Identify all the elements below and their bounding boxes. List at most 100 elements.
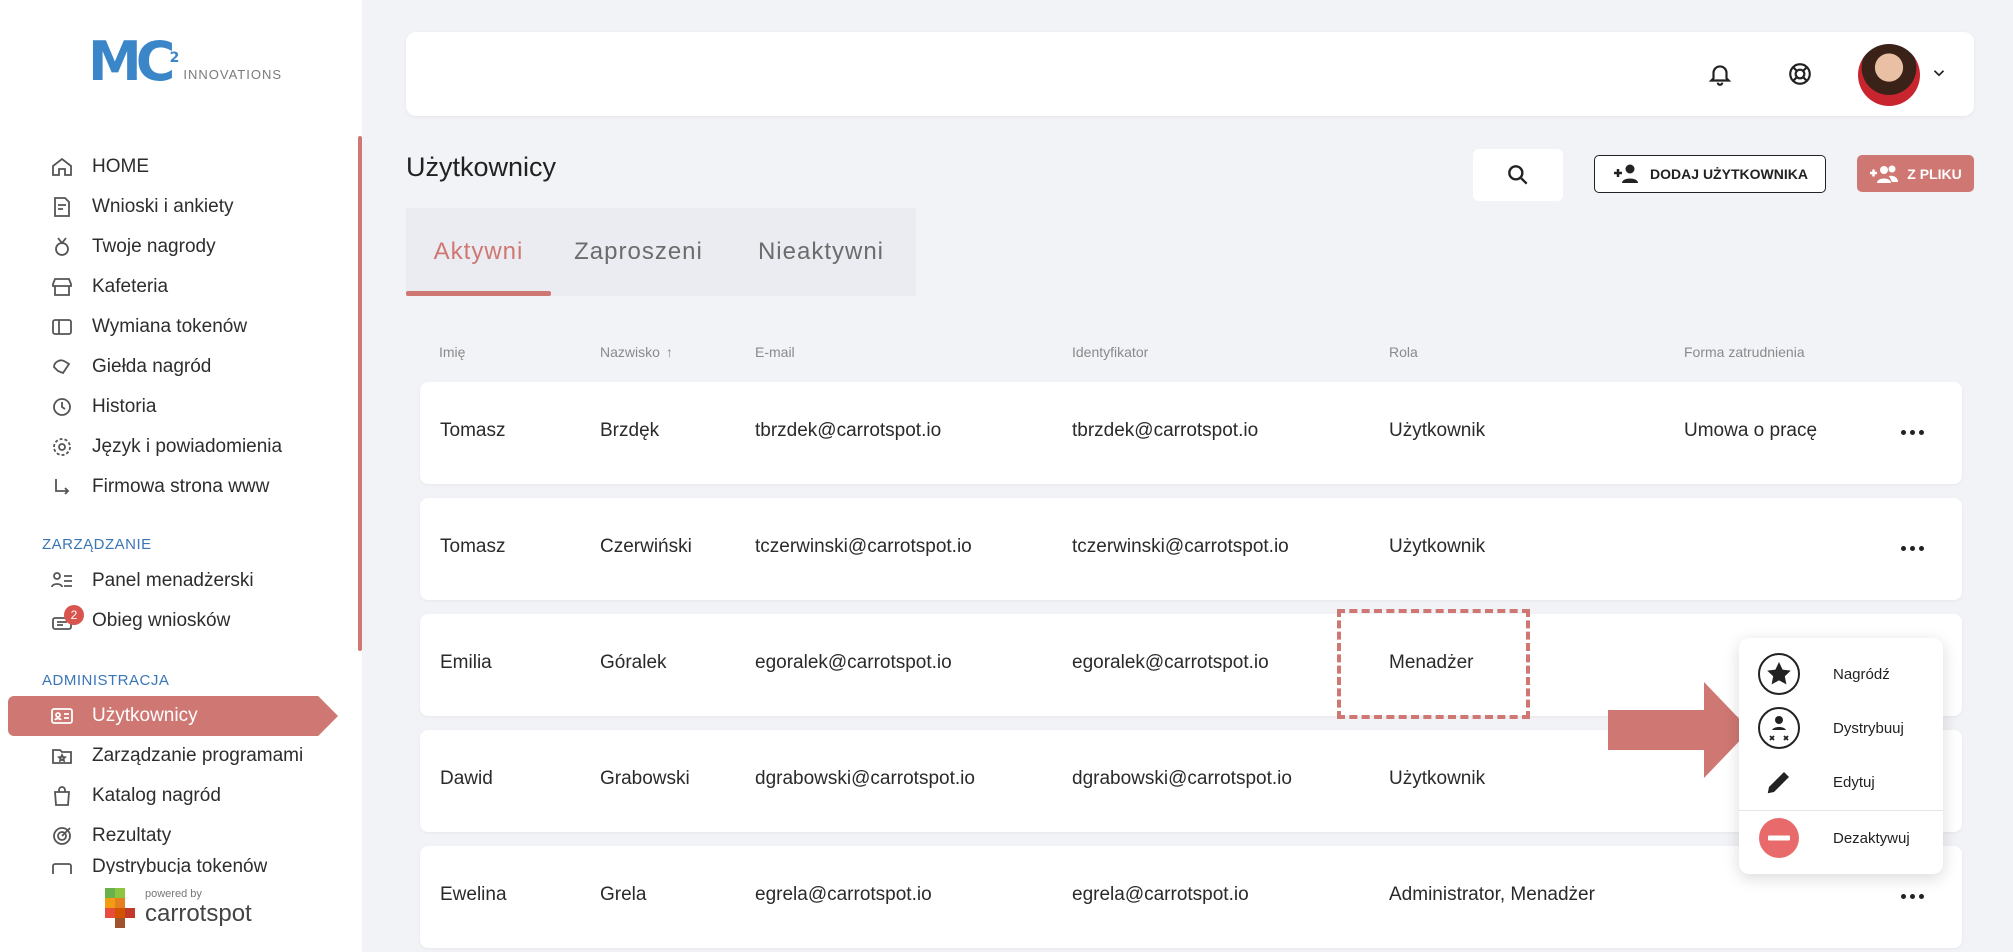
token-icon — [48, 856, 76, 874]
more-actions-icon[interactable] — [1896, 534, 1928, 562]
tab-active[interactable]: Aktywni — [406, 208, 551, 296]
program-icon — [48, 742, 76, 770]
sidebar-item-users[interactable]: Użytkownicy — [48, 696, 198, 736]
sidebar-item-label: Giełda nagród — [92, 356, 212, 377]
cell-role: Użytkownik — [1389, 536, 1486, 557]
sort-ascending-icon: ↑ — [665, 344, 673, 360]
cell-email: tbrzdek@carrotspot.io — [755, 420, 942, 441]
sidebar-item-company-site[interactable]: Firmowa strona www — [48, 467, 269, 507]
id-card-icon — [48, 702, 76, 730]
powered-by-text: powered by carrotspot — [145, 888, 252, 927]
tab-inactive[interactable]: Nieaktywni — [726, 208, 916, 296]
menu-item-label: Dezaktywuj — [1833, 829, 1910, 847]
column-header-first-name[interactable]: Imię — [439, 344, 465, 360]
user-avatar[interactable] — [1858, 44, 1920, 106]
add-user-button[interactable]: DODAJ UŻYTKOWNIKA — [1594, 155, 1826, 193]
add-user-icon — [1614, 164, 1639, 183]
sidebar-item-language[interactable]: Język i powiadomienia — [48, 427, 282, 467]
chevron-down-icon[interactable] — [1930, 64, 1948, 87]
add-user-label: DODAJ UŻYTKOWNIKA — [1650, 166, 1808, 182]
tab-invited[interactable]: Zaproszeni — [551, 208, 726, 296]
role-highlight-box — [1337, 609, 1530, 719]
store-icon — [48, 273, 76, 301]
column-header-last-name[interactable]: Nazwisko ↑ — [600, 344, 673, 360]
cell-first-name: Emilia — [440, 652, 492, 673]
exchange-icon — [48, 353, 76, 381]
minus-circle-icon — [1757, 816, 1801, 860]
target-icon — [48, 822, 76, 850]
cell-role: Użytkownik — [1389, 768, 1486, 789]
menu-item-label: Dystrybuuj — [1833, 719, 1904, 737]
sidebar-item-workflow[interactable]: 2 Obieg wniosków — [48, 601, 230, 641]
cell-email: egoralek@carrotspot.io — [755, 652, 952, 673]
cell-last-name: Grabowski — [600, 768, 690, 789]
page-title: Użytkownicy — [406, 152, 557, 182]
cell-role: Administrator, Menadżer — [1389, 884, 1595, 905]
arrow-return-icon — [48, 473, 76, 501]
lifebuoy-icon[interactable] — [1784, 58, 1816, 90]
table-row[interactable]: Tomasz Czerwiński tczerwinski@carrotspot… — [420, 498, 1962, 600]
pencil-icon — [1757, 760, 1801, 804]
sidebar-item-reward-market[interactable]: Giełda nagród — [48, 347, 211, 387]
workflow-icon: 2 — [48, 605, 84, 635]
sidebar-item-history[interactable]: Historia — [48, 387, 156, 427]
search-button[interactable] — [1473, 149, 1563, 201]
table-row[interactable]: Ewelina Grela egrela@carrotspot.io egrel… — [420, 846, 1962, 948]
sidebar-item-label: Wnioski i ankiety — [92, 196, 234, 217]
ticket-icon — [48, 313, 76, 341]
cell-last-name: Góralek — [600, 652, 667, 673]
bell-icon[interactable] — [1704, 58, 1736, 90]
cell-identifier: egoralek@carrotspot.io — [1072, 652, 1269, 673]
import-from-file-label: Z PLIKU — [1907, 165, 1962, 182]
table-row[interactable]: Tomasz Brzdęk tbrzdek@carrotspot.io tbrz… — [420, 382, 1962, 484]
menu-item-reward[interactable]: Nagródź — [1757, 648, 1943, 700]
cell-last-name: Grela — [600, 884, 647, 905]
cell-identifier: egrela@carrotspot.io — [1072, 884, 1249, 905]
sidebar-item-rewards[interactable]: Twoje nagrody — [48, 227, 216, 267]
more-actions-icon[interactable] — [1896, 418, 1928, 446]
manager-panel-icon — [48, 567, 76, 595]
company-logo[interactable]: MC 2 INNOVATIONS — [88, 35, 283, 89]
sidebar-item-forms[interactable]: Wnioski i ankiety — [48, 187, 234, 227]
search-icon — [1508, 165, 1528, 185]
star-icon — [1757, 652, 1801, 696]
sidebar-item-results[interactable]: Rezultaty — [48, 816, 171, 856]
medal-icon — [48, 233, 76, 261]
cell-last-name: Czerwiński — [600, 536, 692, 557]
sidebar-item-label: HOME — [92, 156, 149, 177]
row-actions-menu: Nagródź Dystrybuuj Edytuj Dezaktywuj — [1739, 638, 1943, 874]
sidebar-item-programs[interactable]: Zarządzanie programami — [48, 736, 303, 776]
column-header-employment-type[interactable]: Forma zatrudnienia — [1684, 344, 1805, 360]
column-header-identifier[interactable]: Identyfikator — [1072, 344, 1148, 360]
cell-email: dgrabowski@carrotspot.io — [755, 768, 975, 789]
sidebar-item-label: Kafeteria — [92, 276, 169, 297]
column-header-email[interactable]: E-mail — [755, 344, 795, 360]
sidebar-scrollbar[interactable] — [358, 136, 362, 651]
more-actions-icon[interactable] — [1896, 882, 1928, 910]
column-header-role[interactable]: Rola — [1389, 344, 1418, 360]
pointer-arrow-icon — [1608, 682, 1750, 778]
section-label-admin: ADMINISTRACJA — [42, 672, 170, 689]
sidebar-item-token-distribution[interactable]: Dystrybucja tokenów — [48, 856, 267, 874]
section-label-management: ZARZĄDZANIE — [42, 536, 152, 553]
sidebar-item-manager-panel[interactable]: Panel menadżerski — [48, 561, 254, 601]
sidebar-item-label: Katalog nagród — [92, 785, 221, 806]
sidebar-item-cafeteria[interactable]: Kafeteria — [48, 267, 168, 307]
cell-identifier: tczerwinski@carrotspot.io — [1072, 536, 1289, 557]
menu-item-edit[interactable]: Edytuj — [1757, 756, 1943, 808]
cell-identifier: tbrzdek@carrotspot.io — [1072, 420, 1259, 441]
sidebar: MC 2 INNOVATIONS HOME Wnioski i ankiety T… — [0, 0, 362, 952]
menu-item-deactivate[interactable]: Dezaktywuj — [1757, 812, 1943, 864]
sidebar-item-home[interactable]: HOME — [48, 147, 149, 187]
import-from-file-button[interactable]: Z PLIKU — [1857, 155, 1974, 192]
sidebar-item-token-exchange[interactable]: Wymiana tokenów — [48, 307, 247, 347]
menu-item-distribute[interactable]: Dystrybuuj — [1757, 702, 1943, 754]
sidebar-item-reward-catalog[interactable]: Katalog nagród — [48, 776, 221, 816]
sidebar-item-label: Rezultaty — [92, 825, 172, 846]
sidebar-item-label: Wymiana tokenów — [92, 316, 248, 337]
cell-first-name: Dawid — [440, 768, 493, 789]
bag-icon — [48, 782, 76, 810]
cell-last-name: Brzdęk — [600, 420, 660, 441]
menu-divider — [1739, 810, 1943, 811]
logo-text: INNOVATIONS — [183, 67, 283, 82]
